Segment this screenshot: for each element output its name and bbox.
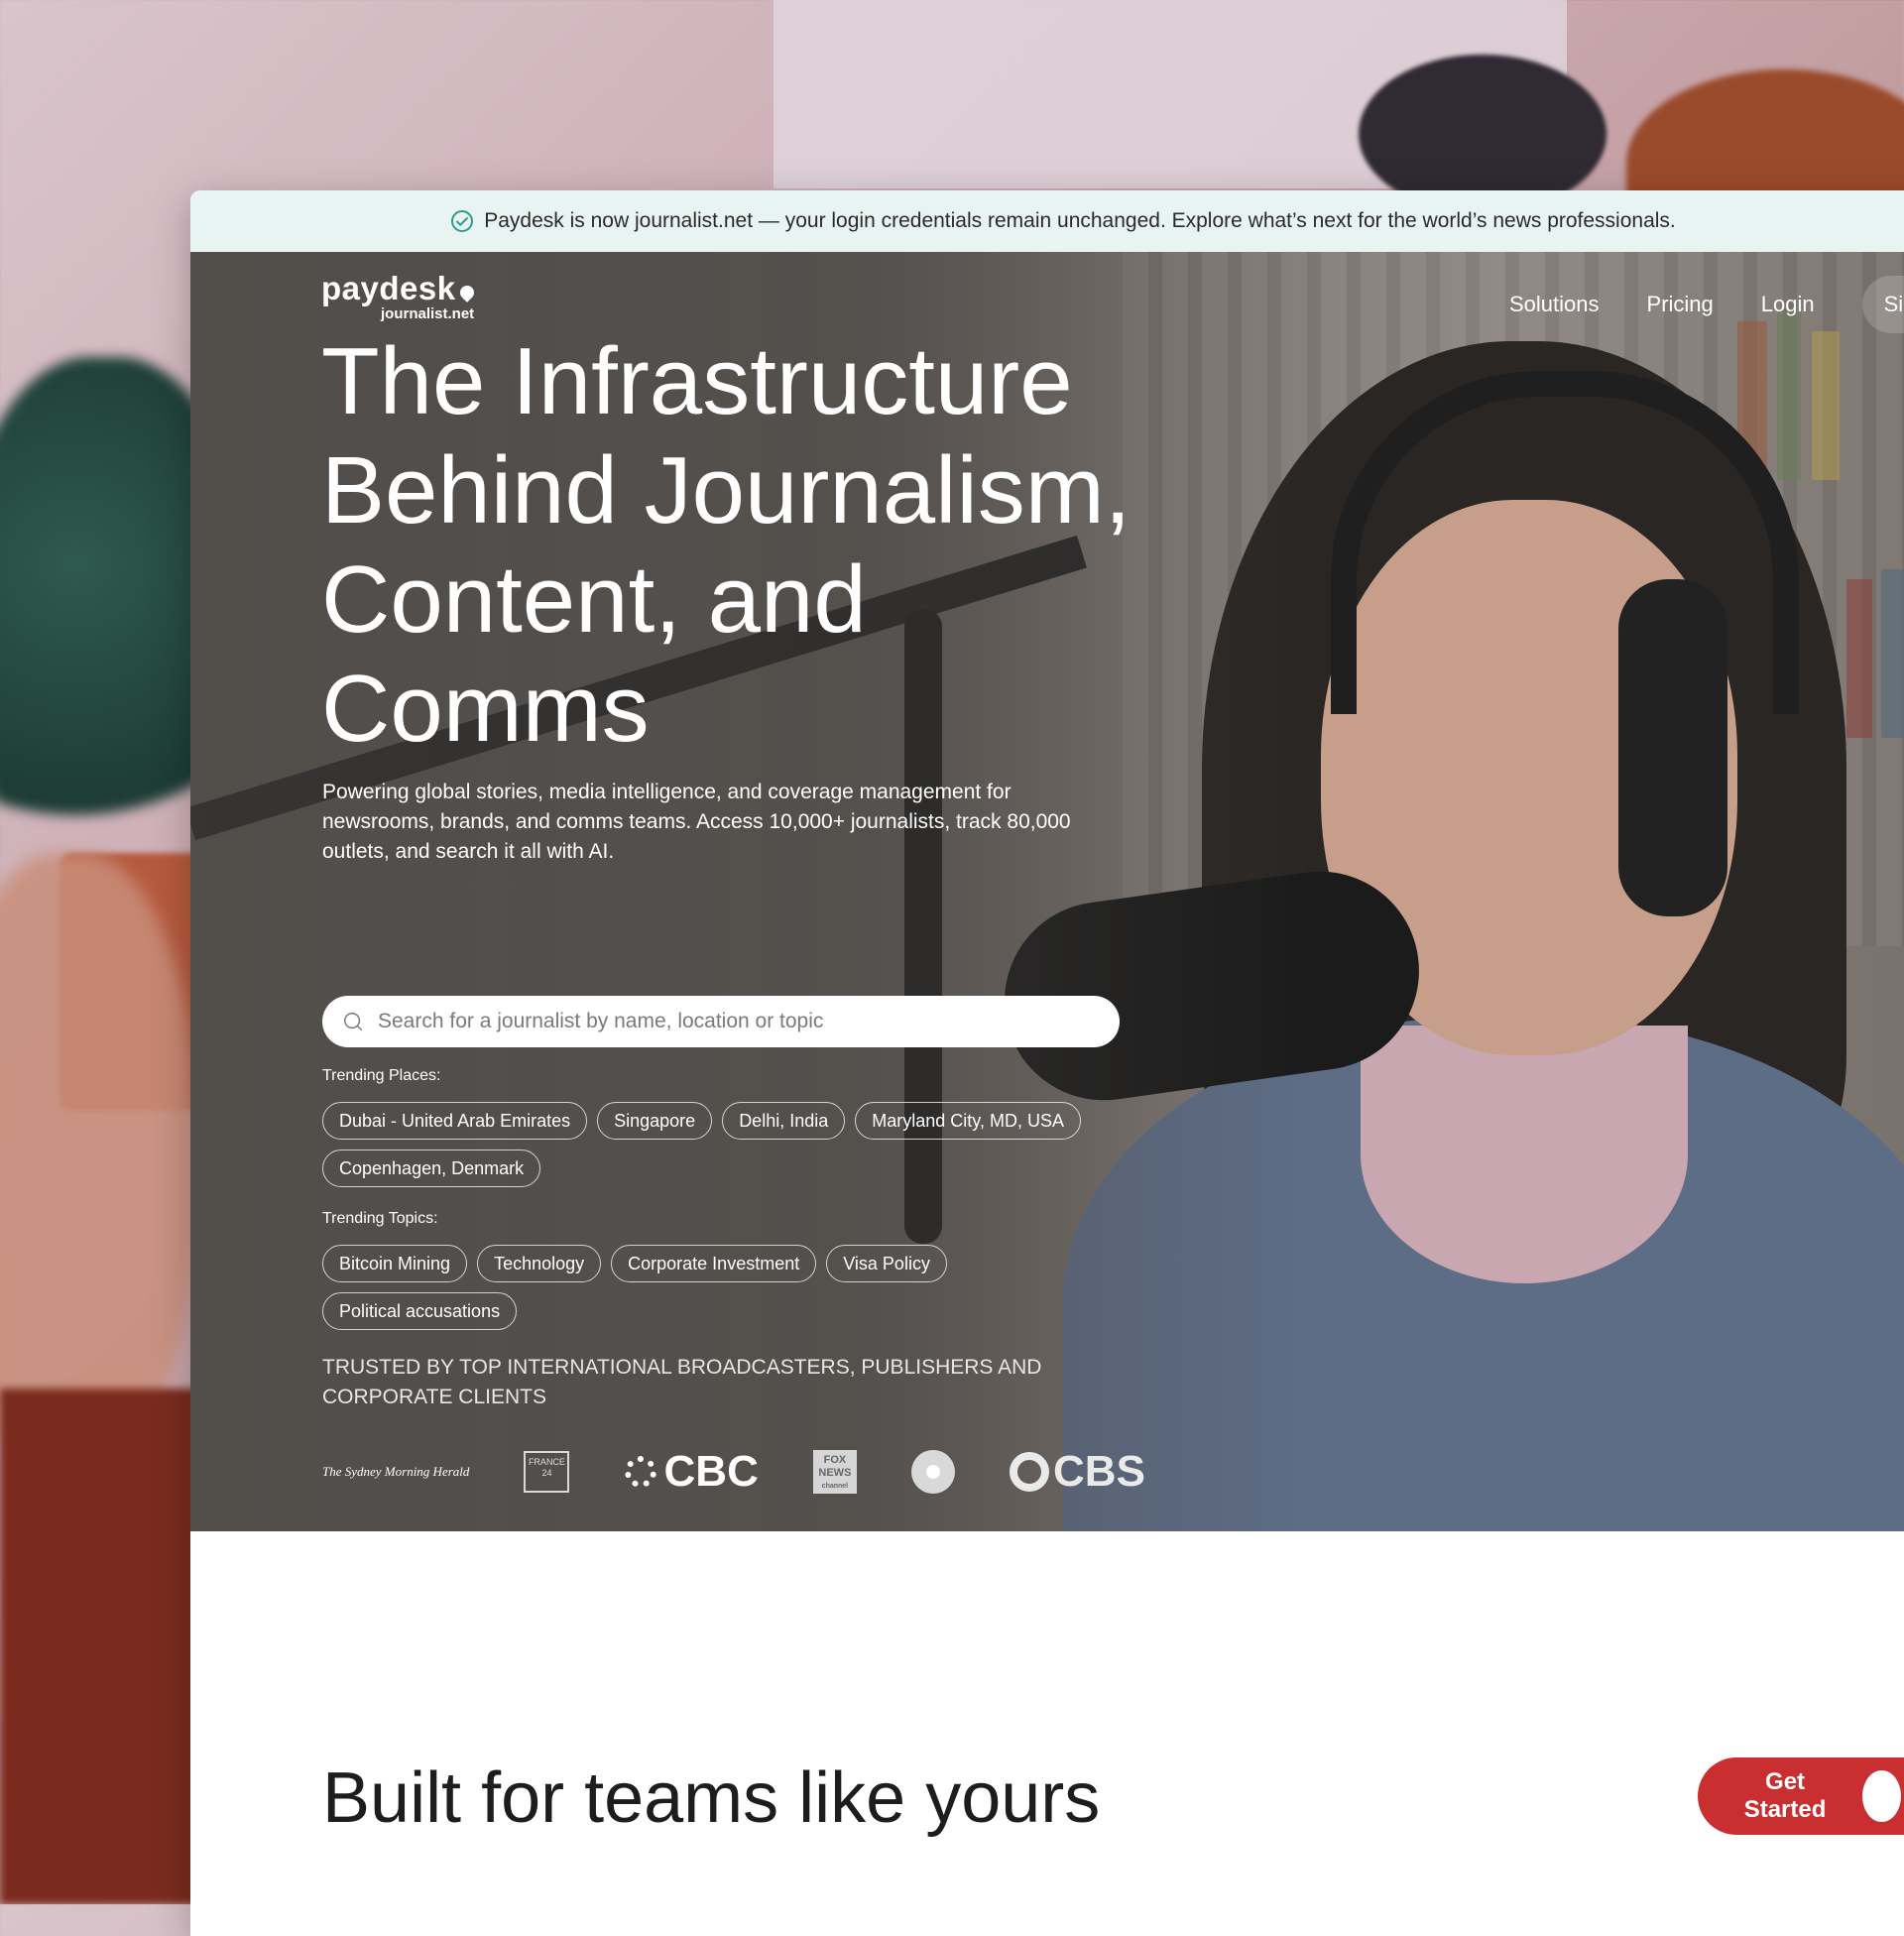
site-logo[interactable]: paydesk journalist.net [321, 270, 477, 322]
france24-logo: FRANCE 24 [524, 1451, 570, 1493]
section-title: Built for teams like yours [322, 1758, 1101, 1838]
search-icon [344, 1013, 362, 1030]
cbs-logo: CBS [1010, 1447, 1145, 1497]
bg-table [0, 1389, 198, 1904]
location-pin-icon [456, 283, 477, 302]
cbc-gem-icon [624, 1456, 656, 1488]
fox-text: FOX [823, 1454, 847, 1466]
trending-topics-list: Bitcoin Mining Technology Corporate Inve… [322, 1245, 1135, 1330]
bg-person [0, 853, 198, 1468]
client-logos: The Sydney Morning Herald FRANCE 24 CBC … [322, 1442, 1145, 1502]
nav-signup-button[interactable]: Sign [1861, 276, 1904, 333]
place-chip[interactable]: Maryland City, MD, USA [855, 1102, 1081, 1140]
f24-number: 24 [541, 1468, 552, 1478]
hero-intro: Powering global stories, media intellige… [322, 781, 1071, 863]
smh-logo: The Sydney Morning Herald [322, 1464, 470, 1479]
trending-places-list: Dubai - United Arab Emirates Singapore D… [322, 1102, 1135, 1187]
logo-brand: paydesk [321, 270, 456, 306]
topic-chip[interactable]: Corporate Investment [611, 1245, 817, 1282]
hero-section: paydesk journalist.net Solutions Pricing… [190, 252, 1904, 1531]
nav-pricing[interactable]: Pricing [1647, 292, 1714, 317]
cbc-logo: CBC [624, 1447, 759, 1497]
trending-places-label: Trending Places: [322, 1067, 441, 1084]
check-circle-icon [451, 210, 474, 232]
trusted-by-text: TRUSTED BY TOP INTERNATIONAL BROADCASTER… [322, 1356, 1042, 1408]
bg-microphone [1359, 55, 1606, 213]
cbs-eye-icon [1010, 1452, 1050, 1492]
topic-chip[interactable]: Bitcoin Mining [322, 1245, 468, 1282]
f24-text: FRANCE [528, 1457, 565, 1467]
announcement-banner[interactable]: Paydesk is now journalist.net — your log… [190, 190, 1904, 252]
channel-text: channel [821, 1483, 849, 1490]
banner-text: Paydesk is now journalist.net — your log… [484, 209, 1676, 232]
place-chip[interactable]: Copenhagen, Denmark [322, 1150, 541, 1187]
nav-login[interactable]: Login [1761, 292, 1815, 317]
foxnews-logo: FOX NEWS channel [812, 1450, 857, 1494]
journalist-search-bar[interactable] [322, 996, 1120, 1047]
place-chip[interactable]: Delhi, India [722, 1102, 846, 1140]
trending-topics-label: Trending Topics: [322, 1210, 438, 1227]
get-started-button[interactable]: Get Started [1698, 1757, 1904, 1835]
cbc-text: CBC [663, 1447, 759, 1496]
search-input[interactable] [376, 1009, 1074, 1034]
get-started-label: Get Started [1743, 1768, 1827, 1823]
cbs-text: CBS [1053, 1447, 1145, 1496]
place-chip[interactable]: Singapore [597, 1102, 713, 1140]
logo-sub: journalist.net [381, 305, 475, 322]
hero-headline: The Infrastructure Behind Journalism, Co… [321, 328, 1131, 762]
topic-chip[interactable]: Visa Policy [826, 1245, 947, 1282]
browser-page: Paydesk is now journalist.net — your log… [190, 190, 1904, 1936]
top-nav: Solutions Pricing Login Sign [1509, 276, 1904, 333]
topic-chip[interactable]: Technology [477, 1245, 602, 1282]
news-text: NEWS [818, 1467, 852, 1479]
circle-brand-logo [910, 1450, 955, 1494]
circle-dot-icon [925, 1465, 940, 1479]
place-chip[interactable]: Dubai - United Arab Emirates [322, 1102, 588, 1140]
nav-solutions[interactable]: Solutions [1509, 292, 1600, 317]
topic-chip[interactable]: Political accusations [322, 1292, 518, 1330]
button-circle-icon [1862, 1770, 1901, 1822]
